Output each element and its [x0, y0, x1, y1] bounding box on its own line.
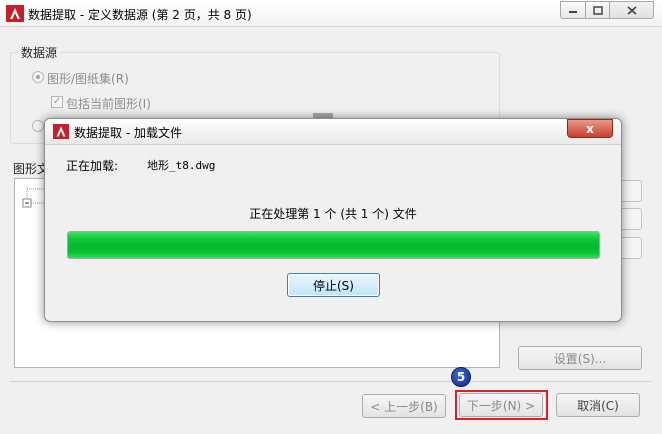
stop-button[interactable]: 停止(S) — [287, 273, 380, 297]
add-drawings-button[interactable] — [620, 180, 642, 202]
loading-file-name: 地形_t8.dwg — [147, 159, 216, 172]
autocad-logo-icon — [6, 5, 24, 22]
include-current-checkbox[interactable]: ✓ — [51, 96, 63, 108]
back-button[interactable]: < 上一步(B) — [362, 394, 446, 418]
progress-bar — [67, 231, 600, 259]
minimize-icon — [569, 11, 577, 13]
radio-dot — [36, 75, 40, 79]
processing-status: 正在处理第 1 个 (共 1 个) 文件 — [249, 207, 417, 221]
settings-button[interactable]: 设置(S)... — [518, 346, 642, 370]
progress-fill — [68, 232, 599, 258]
window-title: 数据提取 - 定义数据源 (第 2 页，共 8 页) — [28, 8, 252, 22]
maximize-button[interactable] — [585, 1, 610, 19]
remove-button[interactable] — [620, 237, 642, 259]
footer-divider — [10, 381, 652, 382]
drawings-option-label: 图形/图纸集(R) — [47, 72, 129, 86]
add-folder-button[interactable] — [620, 208, 642, 230]
step-number-badge: 5 — [451, 367, 471, 387]
loading-dialog: 数据提取 - 加载文件 x 正在加载: 地形_t8.dwg 正在处理第 1 个 … — [44, 118, 622, 322]
dialog-titlebar: 数据提取 - 加载文件 x — [45, 119, 621, 145]
drawings-radio[interactable] — [32, 71, 44, 83]
dialog-title: 数据提取 - 加载文件 — [74, 126, 182, 140]
close-icon: x — [586, 121, 594, 136]
close-button[interactable] — [609, 1, 654, 19]
maximize-icon — [592, 5, 603, 15]
loading-label: 正在加载: — [66, 159, 119, 173]
main-titlebar: 数据提取 - 定义数据源 (第 2 页，共 8 页) — [0, 0, 662, 27]
close-icon — [626, 5, 637, 15]
include-current-label: 包括当前图形(I) — [66, 97, 151, 111]
minimize-button[interactable] — [560, 1, 586, 19]
autocad-logo-icon — [53, 124, 69, 139]
select-objects-radio[interactable] — [32, 120, 44, 132]
dialog-close-button[interactable]: x — [567, 119, 613, 138]
data-source-legend: 数据源 — [18, 44, 61, 61]
cancel-button[interactable]: 取消(C) — [556, 393, 640, 417]
next-button-highlight — [455, 390, 548, 420]
